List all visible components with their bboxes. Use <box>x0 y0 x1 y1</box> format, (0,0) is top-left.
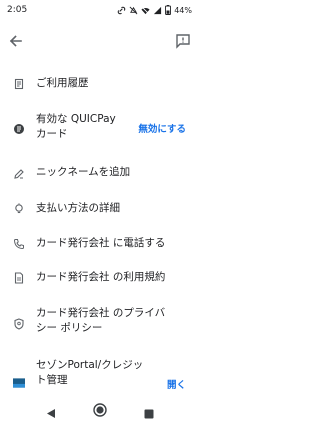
document-icon <box>13 272 25 284</box>
menu-item-label: 有効な QUICPay カード <box>36 113 116 140</box>
battery-level: 44% <box>174 5 192 15</box>
menu-item-label: カード発行会社 のプライバ シー ポリシー <box>36 307 166 334</box>
square-recents-icon <box>144 409 154 419</box>
menu-item-history[interactable]: ご利用履歴 <box>0 73 200 95</box>
triangle-back-icon <box>47 409 55 418</box>
lightbulb-icon <box>13 203 25 215</box>
status-time: 2:05 <box>7 5 28 15</box>
feedback-button[interactable] <box>174 32 192 50</box>
back-button[interactable] <box>7 32 25 50</box>
menu-item-label: ニックネームを追加 <box>36 166 131 178</box>
nav-home-button[interactable] <box>93 402 107 421</box>
app-icon <box>13 377 26 388</box>
mute-icon <box>129 6 138 14</box>
system-nav-bar <box>0 398 200 422</box>
menu-item-label: カード発行会社 に電話する <box>36 237 166 249</box>
signal-icon <box>154 6 162 14</box>
menu-item-saison: セゾンPortal/クレジッ ト管理 開く <box>0 358 200 392</box>
status-bar: 2:05 44% <box>0 0 200 20</box>
menu-item-label: ご利用履歴 <box>36 77 89 89</box>
shield-icon <box>13 318 25 330</box>
menu-item-label: カード発行会社 の利用規約 <box>36 271 166 283</box>
feedback-icon <box>176 34 190 49</box>
arrow-back-icon <box>9 35 22 47</box>
battery-icon <box>165 5 172 15</box>
menu-item-label: セゾンPortal/クレジッ ト管理 <box>36 359 144 386</box>
receipt-icon <box>13 78 25 90</box>
home-circle-icon <box>93 403 107 417</box>
wifi-icon <box>141 6 150 14</box>
disable-button[interactable]: 無効にする <box>138 121 186 135</box>
app-bar <box>0 22 200 60</box>
menu-item-nickname[interactable]: ニックネームを追加 <box>0 163 200 183</box>
menu-item-quicpay: 有効な QUICPay カード 無効にする <box>0 112 200 146</box>
menu-item-terms[interactable]: カード発行会社 の利用規約 <box>0 268 200 288</box>
nav-recents-button[interactable] <box>144 404 154 422</box>
nav-back-button[interactable] <box>46 404 56 422</box>
menu-item-payment-details[interactable]: 支払い方法の詳細 <box>0 199 200 219</box>
menu-item-label: 支払い方法の詳細 <box>36 202 120 214</box>
status-icons: 44% <box>117 5 192 15</box>
edit-icon <box>13 168 25 180</box>
open-button[interactable]: 開く <box>167 377 186 391</box>
phone-icon <box>13 238 25 250</box>
menu-item-privacy[interactable]: カード発行会社 のプライバ シー ポリシー <box>0 306 200 340</box>
quicpay-icon <box>13 123 25 135</box>
link-icon <box>117 6 126 14</box>
menu-item-call-issuer[interactable]: カード発行会社 に電話する <box>0 234 200 254</box>
